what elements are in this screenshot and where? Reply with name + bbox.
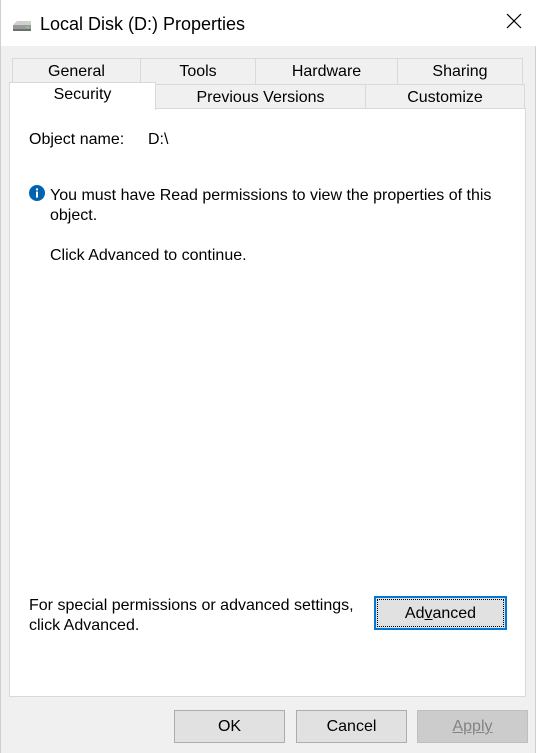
drive-icon [11, 18, 33, 32]
tab-sharing[interactable]: Sharing [397, 58, 523, 84]
tab-previous-versions[interactable]: Previous Versions [155, 84, 366, 109]
close-icon [506, 13, 522, 34]
object-name-label: Object name: [29, 131, 125, 148]
apply-button[interactable]: Apply [417, 710, 528, 743]
special-permissions-message: For special permissions or advanced sett… [29, 597, 354, 634]
ok-button[interactable]: OK [174, 710, 285, 743]
title-bar[interactable]: Local Disk (D:) Properties [1, 0, 536, 46]
cancel-button[interactable]: Cancel [296, 710, 407, 743]
close-button[interactable] [491, 0, 536, 46]
permission-message: You must have Read permissions to view t… [50, 187, 492, 224]
focus-rectangle [377, 599, 504, 627]
properties-dialog: Local Disk (D:) Properties General Tools… [0, 0, 536, 753]
tab-customize[interactable]: Customize [365, 84, 525, 109]
apply-button-label: Apply [452, 718, 493, 735]
tab-general[interactable]: General [12, 58, 141, 84]
object-name-value: D:\ [148, 131, 169, 148]
window-title: Local Disk (D:) Properties [40, 14, 246, 34]
security-panel: Object name: D:\ You must have Read perm… [9, 108, 526, 697]
advanced-button[interactable]: Advanced [374, 596, 507, 630]
tab-tools[interactable]: Tools [140, 58, 256, 84]
tab-hardware[interactable]: Hardware [255, 58, 398, 84]
info-icon [29, 185, 45, 201]
continue-message: Click Advanced to continue. [50, 247, 247, 264]
tab-security[interactable]: Security [9, 82, 156, 110]
